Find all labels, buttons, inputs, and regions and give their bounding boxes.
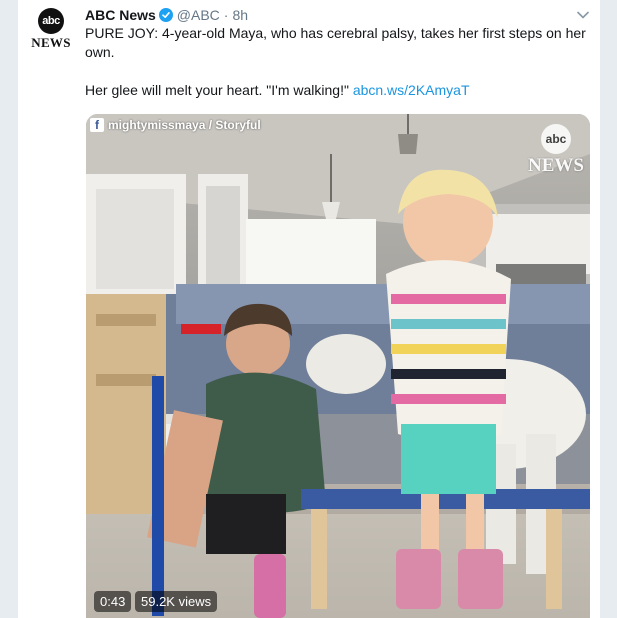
tweet-text-line2: Her glee will melt your heart. "I'm walk… (85, 81, 595, 100)
tweet-text-line1: PURE JOY: 4-year-old Maya, who has cereb… (85, 25, 586, 60)
abc-logo: abc (38, 7, 64, 34)
video-credit-text: mightymissmaya / Storyful (108, 118, 261, 132)
separator-dot: · (223, 7, 229, 23)
avatar[interactable]: abc NEWS (28, 6, 74, 52)
tweet-link[interactable]: abcn.ws/2KAmyaT (353, 82, 470, 98)
author-handle[interactable]: @ABC (177, 7, 220, 23)
video-view-count: 59.2K views (135, 591, 218, 612)
tweet-timestamp[interactable]: 8h (232, 7, 248, 23)
tweet-text-line2-body: Her glee will melt your heart. "I'm walk… (85, 82, 349, 98)
abc-news-watermark: abc NEWS (528, 124, 584, 177)
tweet-text: PURE JOY: 4-year-old Maya, who has cereb… (85, 24, 595, 100)
video-frame (86, 114, 590, 618)
avatar-news-text: NEWS (31, 34, 71, 50)
watermark-abc-logo: abc (541, 124, 572, 154)
chevron-down-icon[interactable] (576, 8, 590, 22)
video-duration: 0:43 (94, 591, 132, 612)
author-name[interactable]: ABC News (85, 7, 156, 23)
verified-badge-icon (158, 8, 173, 22)
tweet-card[interactable]: abc NEWS ABC News @ABC · 8h PURE JOY: 4-… (18, 0, 600, 618)
video-credit: f mightymissmaya / Storyful (90, 118, 261, 132)
video-player[interactable]: f mightymissmaya / Storyful abc NEWS 0:4… (86, 114, 590, 618)
tweet-header: ABC News @ABC · 8h (85, 6, 590, 24)
facebook-icon: f (90, 118, 104, 132)
watermark-news-text: NEWS (528, 155, 584, 176)
